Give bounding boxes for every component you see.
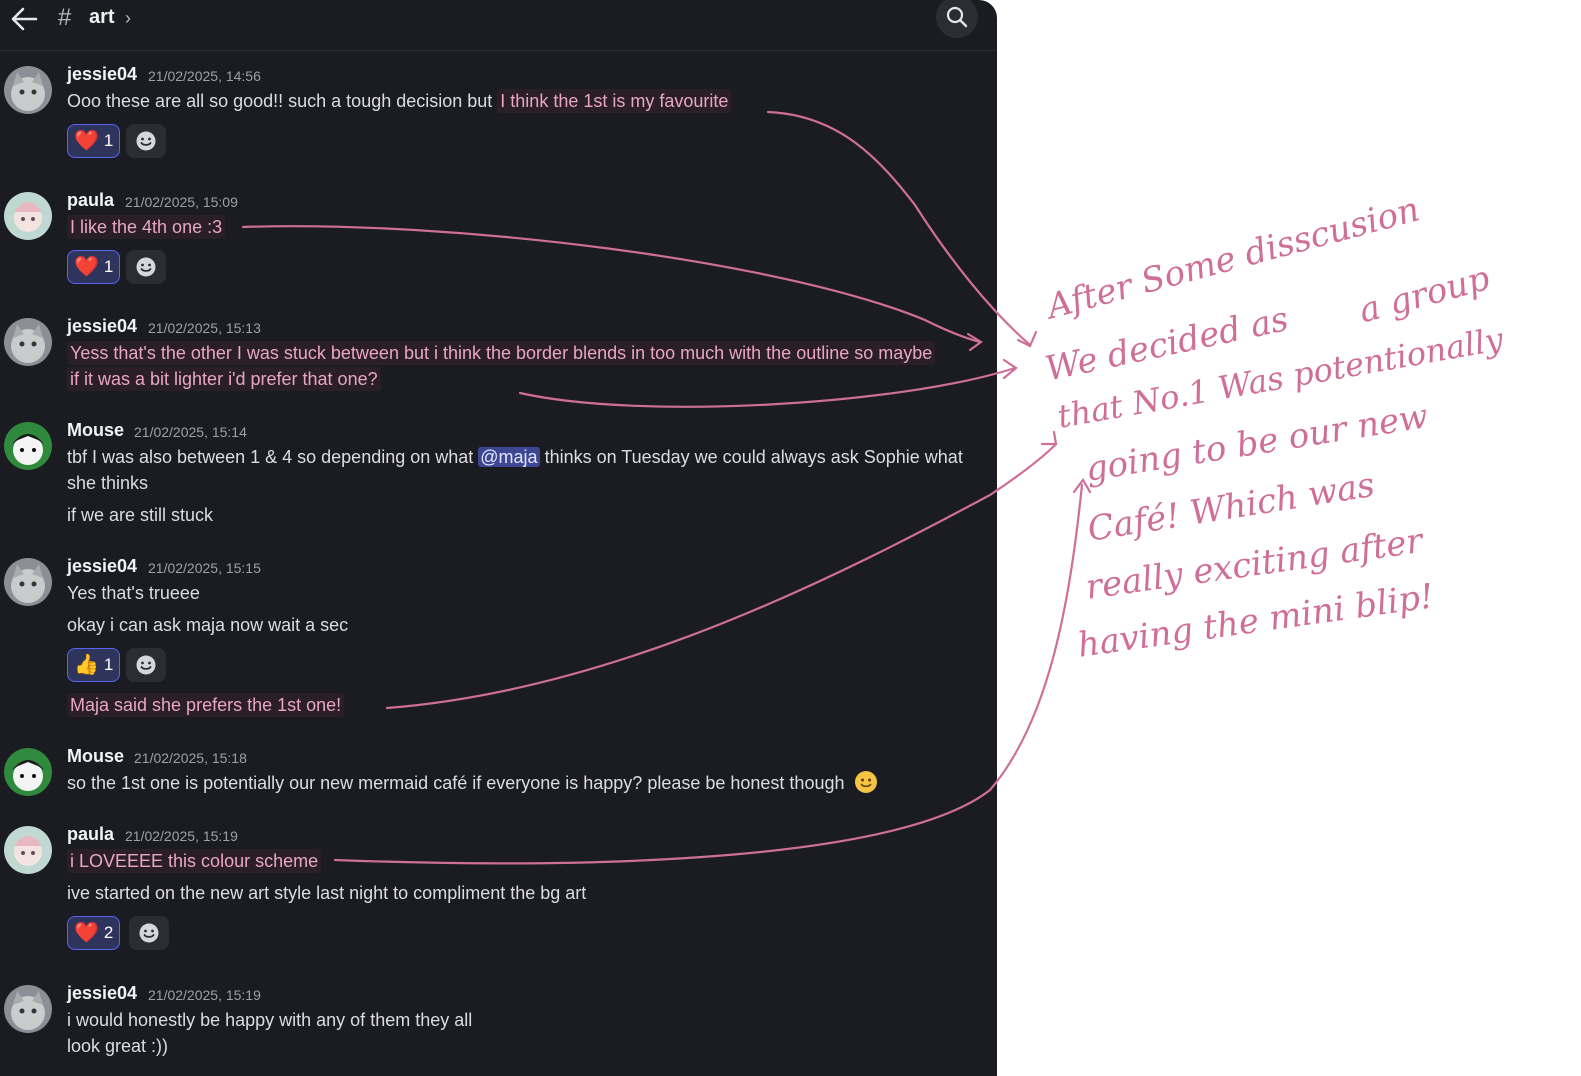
message-text: Yes that's trueee bbox=[67, 583, 200, 603]
username[interactable]: Mouse bbox=[67, 420, 124, 441]
highlighted-text: i LOVEEEE this colour scheme bbox=[67, 849, 322, 873]
add-reaction-button[interactable] bbox=[129, 916, 169, 950]
message-text: look great :)) bbox=[67, 1036, 169, 1056]
message-text: Ooo these are all so good!! such a tough… bbox=[67, 88, 732, 114]
timestamp: 21/02/2025, 15:19 bbox=[148, 987, 261, 1003]
timestamp: 21/02/2025, 15:15 bbox=[148, 560, 261, 576]
username[interactable]: jessie04 bbox=[67, 556, 137, 577]
timestamp: 21/02/2025, 14:56 bbox=[148, 68, 261, 84]
reaction-heart[interactable]: ❤️ 1 bbox=[67, 124, 121, 158]
message-text: she thinks bbox=[67, 473, 149, 493]
channel-header: # art › bbox=[0, 0, 997, 51]
add-reaction-button[interactable] bbox=[126, 124, 166, 158]
reaction-heart[interactable]: ❤️ 1 bbox=[67, 250, 121, 284]
search-button[interactable] bbox=[936, 0, 978, 38]
smiley-icon bbox=[136, 257, 156, 277]
chevron-right-icon[interactable]: › bbox=[125, 8, 131, 29]
avatar[interactable] bbox=[4, 985, 52, 1033]
search-icon bbox=[946, 6, 968, 28]
slight-smile-emoji-icon bbox=[854, 771, 877, 793]
user-mention[interactable]: @maja bbox=[478, 447, 540, 467]
smiley-icon bbox=[139, 923, 159, 943]
highlighted-text: Maja said she prefers the 1st one! bbox=[67, 693, 345, 717]
timestamp: 21/02/2025, 15:18 bbox=[134, 750, 247, 766]
reaction-thumbs-up[interactable]: 👍 1 bbox=[67, 648, 121, 682]
timestamp: 21/02/2025, 15:09 bbox=[125, 194, 238, 210]
arrowhead-1 bbox=[1016, 330, 1038, 348]
timestamp: 21/02/2025, 15:19 bbox=[125, 828, 238, 844]
username[interactable]: paula bbox=[67, 824, 114, 845]
avatar[interactable] bbox=[4, 422, 52, 470]
chat-panel: # art › jessie04 21/02/2025, 14:56 Ooo t… bbox=[0, 0, 997, 1076]
username[interactable]: jessie04 bbox=[67, 316, 137, 337]
username[interactable]: jessie04 bbox=[67, 64, 137, 85]
message-text: ive started on the new art style last ni… bbox=[67, 883, 587, 903]
username[interactable]: paula bbox=[67, 190, 114, 211]
message-text: i LOVEEEE this colour scheme bbox=[67, 848, 322, 874]
message-text: okay i can ask maja now wait a sec bbox=[67, 615, 349, 635]
highlighted-text: if it was a bit lighter i'd prefer that … bbox=[67, 367, 381, 391]
channel-name[interactable]: art bbox=[89, 6, 115, 29]
avatar[interactable] bbox=[4, 558, 52, 606]
message-text: Yess that's the other I was stuck betwee… bbox=[67, 340, 936, 366]
message-text: tbf I was also between 1 & 4 so dependin… bbox=[67, 447, 963, 467]
timestamp: 21/02/2025, 15:14 bbox=[134, 424, 247, 440]
message-text: so the 1st one is potentially our new me… bbox=[67, 770, 878, 796]
avatar[interactable] bbox=[4, 826, 52, 874]
highlighted-text: Yess that's the other I was stuck betwee… bbox=[67, 341, 936, 365]
message-text: i would honestly be happy with any of th… bbox=[67, 1010, 473, 1030]
add-reaction-button[interactable] bbox=[126, 250, 166, 284]
message-text: if we are still stuck bbox=[67, 505, 214, 525]
message-text: I like the 4th one :3 bbox=[67, 214, 226, 240]
avatar[interactable] bbox=[4, 66, 52, 114]
message-text: if it was a bit lighter i'd prefer that … bbox=[67, 366, 381, 392]
avatar[interactable] bbox=[4, 192, 52, 240]
arrowhead-3 bbox=[1002, 358, 1018, 380]
hash-icon: # bbox=[58, 4, 72, 31]
reaction-heart[interactable]: ❤️ 2 bbox=[67, 916, 121, 950]
avatar[interactable] bbox=[4, 318, 52, 366]
avatar[interactable] bbox=[4, 748, 52, 796]
arrow-left-icon[interactable] bbox=[10, 6, 38, 32]
add-reaction-button[interactable] bbox=[126, 648, 166, 682]
timestamp: 21/02/2025, 15:13 bbox=[148, 320, 261, 336]
message-text: Maja said she prefers the 1st one! bbox=[67, 692, 345, 718]
username[interactable]: Mouse bbox=[67, 746, 124, 767]
smiley-icon bbox=[136, 655, 156, 675]
smiley-icon bbox=[136, 131, 156, 151]
handwritten-note: After Some disscusion a group We decided… bbox=[1040, 189, 1581, 700]
note-line: a group bbox=[1354, 258, 1494, 332]
username[interactable]: jessie04 bbox=[67, 983, 137, 1004]
highlighted-text: I think the 1st is my favourite bbox=[497, 89, 732, 113]
highlighted-text: I like the 4th one :3 bbox=[67, 215, 226, 239]
